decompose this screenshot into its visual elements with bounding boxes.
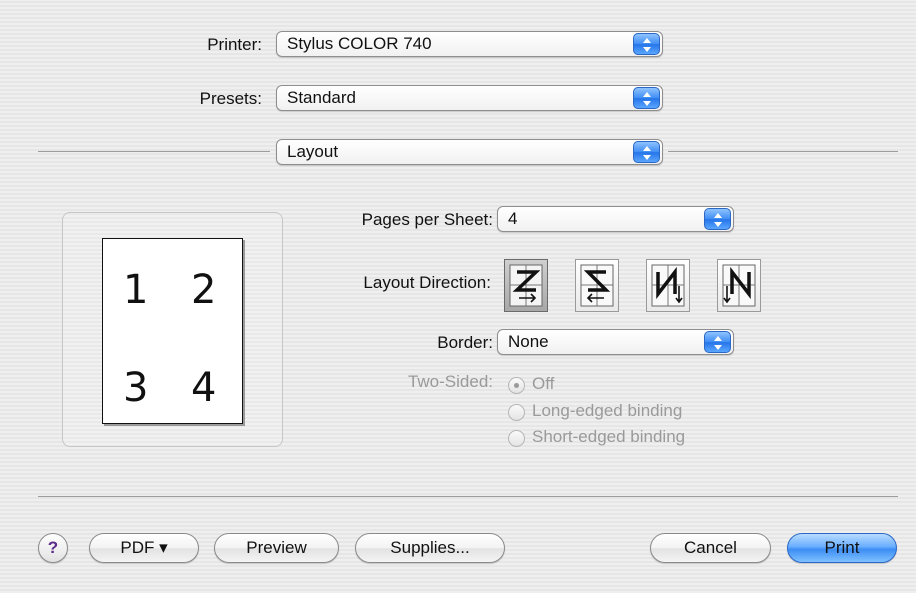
reverse-z-direction-icon — [580, 264, 614, 307]
updown-arrows-icon — [633, 141, 660, 163]
updown-arrows-icon — [633, 87, 660, 109]
pane-value: Layout — [287, 142, 339, 161]
pane-popup[interactable]: Layout — [276, 139, 663, 165]
printer-popup[interactable]: Stylus COLOR 740 — [276, 31, 663, 57]
two-sided-option-label: Long-edged binding — [532, 401, 683, 420]
border-popup[interactable]: None — [497, 329, 734, 355]
preview-page-number: 2 — [191, 267, 217, 313]
two-sided-label: Two-Sided: — [407, 372, 493, 391]
z-direction-icon — [509, 264, 543, 307]
pages-per-sheet-popup[interactable]: 4 — [497, 206, 734, 232]
direction-n-button[interactable] — [646, 259, 690, 312]
cancel-button[interactable]: Cancel — [650, 533, 771, 563]
pdf-menu-button[interactable]: PDF ▾ — [89, 533, 199, 563]
presets-popup[interactable]: Standard — [276, 85, 663, 111]
border-value: None — [508, 332, 549, 351]
preview-page-number: 4 — [191, 365, 217, 411]
direction-z-button[interactable] — [504, 259, 548, 312]
print-button[interactable]: Print — [787, 533, 897, 563]
supplies-button[interactable]: Supplies... — [355, 533, 505, 563]
direction-reverse-n-button[interactable] — [717, 259, 761, 312]
two-sided-option-label: Short-edged binding — [532, 427, 686, 446]
presets-value: Standard — [287, 88, 356, 107]
two-sided-option-label: Off — [532, 374, 555, 393]
radio-icon — [508, 404, 525, 421]
radio-selected-icon — [508, 377, 525, 394]
preview-page-number: 1 — [123, 267, 149, 313]
updown-arrows-icon — [633, 33, 660, 55]
bottom-separator — [38, 496, 898, 497]
reverse-n-direction-icon — [722, 264, 756, 307]
updown-arrows-icon — [704, 208, 731, 230]
pages-per-sheet-value: 4 — [508, 209, 518, 228]
printer-value: Stylus COLOR 740 — [287, 34, 432, 53]
preview-button[interactable]: Preview — [214, 533, 339, 563]
n-direction-icon — [651, 264, 685, 307]
layout-preview-sheet: 1 2 3 4 — [102, 238, 243, 424]
presets-label: Presets: — [199, 89, 262, 108]
help-button[interactable]: ? — [38, 533, 68, 563]
printer-label: Printer: — [207, 35, 262, 54]
preview-page-number: 3 — [123, 365, 149, 411]
layout-direction-label: Layout Direction: — [363, 273, 491, 292]
border-label: Border: — [437, 333, 493, 352]
updown-arrows-icon — [704, 331, 731, 353]
pages-per-sheet-label: Pages per Sheet: — [361, 210, 493, 229]
separator-right — [668, 151, 898, 152]
direction-reverse-z-button[interactable] — [575, 259, 619, 312]
radio-icon — [508, 430, 525, 447]
separator-left — [38, 151, 270, 152]
